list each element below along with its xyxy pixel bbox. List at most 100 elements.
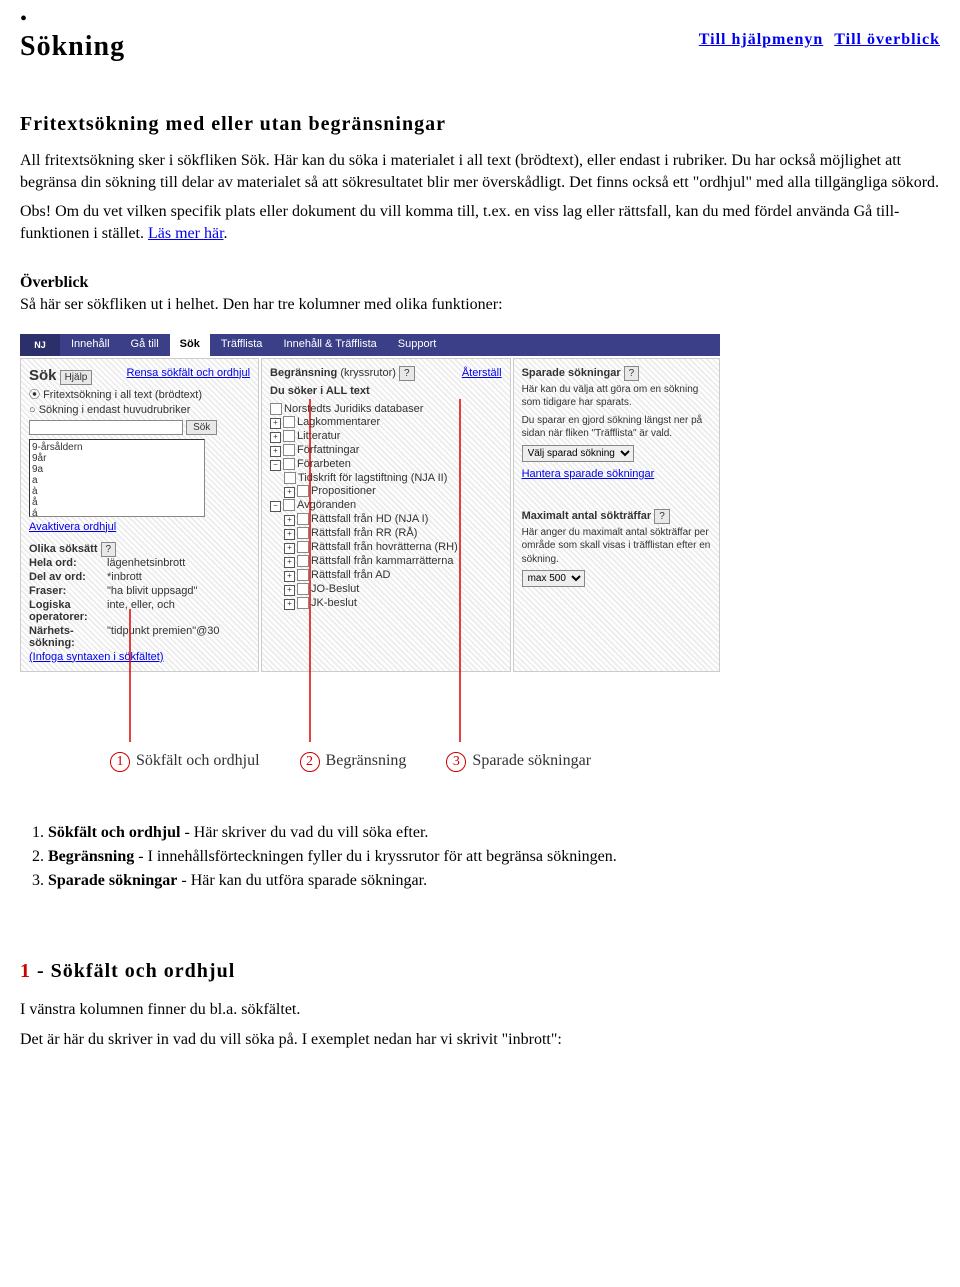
collapse-icon[interactable]: − [270, 501, 281, 512]
expand-icon[interactable]: + [284, 557, 295, 568]
tree-item[interactable]: Förarbeten [297, 458, 351, 470]
list-item[interactable]: a [32, 475, 202, 486]
saved-help[interactable]: ? [624, 366, 640, 381]
checkbox[interactable] [270, 403, 282, 415]
list-item[interactable]: 9-årsåldern [32, 442, 202, 453]
mode-example: *inbrott [107, 571, 250, 583]
mode-label: Fraser: [29, 585, 107, 597]
intro-paragraph-2: Obs! Om du vet vilken specifik plats ell… [20, 201, 940, 244]
wordwheel-list[interactable]: 9-årsåldern 9år 9a a à å á [29, 439, 205, 517]
checkbox[interactable] [297, 485, 309, 497]
checkbox[interactable] [297, 541, 309, 553]
list-item[interactable]: 9år [32, 453, 202, 464]
expand-icon[interactable]: + [284, 599, 295, 610]
tree-item[interactable]: JO-Beslut [311, 583, 359, 595]
expand-icon[interactable]: + [284, 515, 295, 526]
annotation-2: 2Begränsning [300, 752, 407, 772]
col2-title: Begränsning [270, 367, 337, 379]
max-hits-select[interactable]: max 500 [522, 570, 585, 587]
list-item[interactable]: 9a [32, 464, 202, 475]
radio-fulltext[interactable]: ⦿ Fritextsökning i all text (brödtext) [29, 386, 250, 402]
search-input[interactable] [29, 420, 183, 435]
checkbox[interactable] [297, 513, 309, 525]
annotation-row: 1Sökfält och ordhjul 2Begränsning 3Spara… [110, 752, 591, 772]
overview-body: Så här ser sökfliken ut i helhet. Den ha… [20, 296, 503, 313]
checkbox[interactable] [297, 583, 309, 595]
tree-item[interactable]: Lagkommentarer [297, 416, 380, 428]
expand-icon[interactable]: + [270, 432, 281, 443]
manage-saved-link[interactable]: Hantera sparade sökningar [522, 468, 711, 480]
limit-help[interactable]: ? [399, 366, 415, 381]
tree-item[interactable]: Rättsfall från kammarrätterna [311, 555, 453, 567]
mode-example: "ha blivit uppsagd" [107, 585, 250, 597]
checkbox[interactable] [284, 472, 296, 484]
expand-icon[interactable]: + [284, 571, 295, 582]
checkbox[interactable] [283, 430, 295, 442]
link-help[interactable]: Till hjälpmenyn [699, 31, 824, 48]
tab-bar: NJ Innehåll Gå till Sök Träfflista Inneh… [20, 334, 720, 356]
radio-headings[interactable]: ○ Sökning i endast huvudrubriker [29, 404, 250, 416]
list-item[interactable]: å [32, 497, 202, 508]
tree-item[interactable]: Rättsfall från AD [311, 569, 390, 581]
mode-example: "tidpunkt premien"@30 [107, 625, 250, 649]
search-button[interactable]: Sök [186, 420, 217, 435]
link-overview[interactable]: Till överblick [834, 31, 940, 48]
list-item-2: Begränsning - I innehållsförteckningen f… [48, 848, 940, 866]
checkbox[interactable] [283, 416, 295, 428]
tree-item[interactable]: Avgöranden [297, 499, 356, 511]
checkbox[interactable] [283, 458, 295, 470]
saved-search-select[interactable]: Välj sparad sökning [522, 445, 634, 462]
tab-gatill[interactable]: Gå till [121, 334, 169, 356]
list-item[interactable]: á [32, 508, 202, 517]
expand-icon[interactable]: + [284, 487, 295, 498]
tree-item[interactable]: Rättsfall från HD (NJA I) [311, 513, 428, 525]
expand-icon[interactable]: + [284, 543, 295, 554]
app-logo: NJ [20, 334, 60, 356]
checkbox[interactable] [283, 499, 295, 511]
tree-item[interactable]: Rättsfall från RR (RÅ) [311, 527, 417, 539]
bullet: • [20, 8, 940, 31]
collapse-icon[interactable]: − [270, 460, 281, 471]
expand-icon[interactable]: + [284, 585, 295, 596]
tree-item[interactable]: Tidskrift för lagstiftning (NJA II) [298, 472, 447, 484]
max-hits-title: Maximalt antal sökträffar [522, 510, 652, 522]
checkbox[interactable] [297, 569, 309, 581]
help-button[interactable]: Hjälp [60, 370, 93, 385]
checkbox[interactable] [297, 597, 309, 609]
tab-innehall-trafflista[interactable]: Innehåll & Träfflista [273, 334, 386, 356]
deactivate-wordwheel-link[interactable]: Avaktivera ordhjul [29, 521, 250, 533]
intro-paragraph-1: All fritextsökning sker i sökfliken Sök.… [20, 150, 940, 193]
saved-p1: Här kan du välja att göra om en sökning … [522, 383, 711, 410]
tree-item[interactable]: Propositioner [311, 485, 376, 497]
tab-sok[interactable]: Sök [170, 334, 210, 356]
intro-paragraph-2-tail: . [224, 225, 228, 242]
list-item-3: Sparade sökningar - Här kan du utföra sp… [48, 872, 940, 890]
section-1-heading: 1 - Sökfält och ordhjul [20, 960, 940, 983]
tab-support[interactable]: Support [388, 334, 447, 356]
annotation-1: 1Sökfält och ordhjul [110, 752, 260, 772]
search-modes-help[interactable]: ? [101, 542, 117, 557]
searching-in-label: Du söker i ALL text [270, 385, 502, 397]
checkbox[interactable] [297, 527, 309, 539]
tab-innehall[interactable]: Innehåll [61, 334, 120, 356]
expand-icon[interactable]: + [284, 529, 295, 540]
expand-icon[interactable]: + [270, 446, 281, 457]
overview-heading: Överblick [20, 272, 940, 294]
search-modes-title: Olika söksätt [29, 543, 97, 555]
insert-syntax-link[interactable]: (Infoga syntaxen i sökfältet) [29, 651, 250, 663]
checkbox[interactable] [297, 555, 309, 567]
tree-item[interactable]: Norstedts Juridiks databaser [284, 403, 423, 415]
tree-item[interactable]: JK-beslut [311, 597, 357, 609]
mode-example: lägenhetsinbrott [107, 557, 250, 569]
tab-trafflista[interactable]: Träfflista [211, 334, 273, 356]
expand-icon[interactable]: + [270, 418, 281, 429]
read-more-link[interactable]: Läs mer här [148, 225, 224, 242]
clear-link[interactable]: Rensa sökfält och ordhjul [127, 367, 251, 379]
tree-item[interactable]: Litteratur [297, 430, 340, 442]
tree-item[interactable]: Rättsfall från hovrätterna (RH) [311, 541, 458, 553]
tree-item[interactable]: Författningar [297, 444, 359, 456]
list-item[interactable]: à [32, 486, 202, 497]
checkbox[interactable] [283, 444, 295, 456]
reset-link[interactable]: Återställ [462, 367, 502, 379]
max-hits-help[interactable]: ? [654, 509, 670, 524]
